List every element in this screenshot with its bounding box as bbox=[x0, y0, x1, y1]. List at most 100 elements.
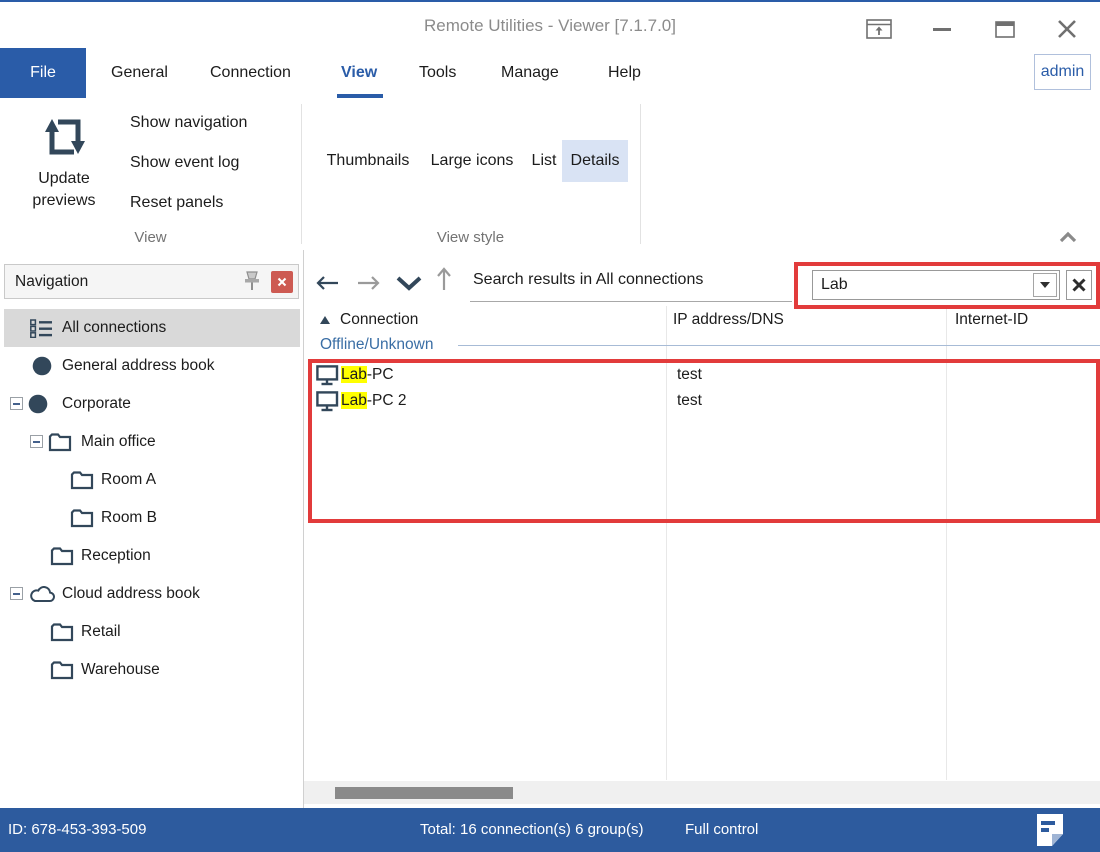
view-style-list[interactable]: List bbox=[526, 140, 562, 182]
view-style-details[interactable]: Details bbox=[562, 140, 628, 182]
note-icon bbox=[1036, 813, 1064, 847]
connection-name: Lab-PC bbox=[341, 362, 394, 388]
tab-file[interactable]: File bbox=[0, 48, 86, 98]
title-bar: Remote Utilities - Viewer [7.1.7.0] bbox=[0, 2, 1100, 48]
connection-list-pane: Search results in All connections Connec… bbox=[304, 250, 1100, 808]
chevron-down-icon bbox=[394, 275, 424, 291]
tab-connection[interactable]: Connection bbox=[210, 48, 291, 98]
sidebar-item-warehouse[interactable]: Warehouse bbox=[4, 651, 300, 689]
connection-name-rest: -PC 2 bbox=[367, 392, 407, 409]
sidebar-item-label: Room B bbox=[101, 499, 157, 537]
search-dropdown-button[interactable] bbox=[1033, 273, 1057, 297]
scrollbar-thumb[interactable] bbox=[335, 787, 513, 799]
forward-button[interactable] bbox=[356, 270, 382, 296]
show-event-log-button[interactable]: Show event log bbox=[130, 150, 239, 176]
arrow-up-icon bbox=[436, 265, 452, 292]
folder-icon bbox=[48, 432, 72, 452]
status-bar: ID: 678-453-393-509 Total: 16 connection… bbox=[0, 808, 1100, 852]
update-previews-label[interactable]: Update previews bbox=[19, 168, 109, 212]
arrow-left-icon bbox=[314, 275, 340, 291]
search-input[interactable] bbox=[813, 271, 1027, 299]
message-log-button[interactable] bbox=[1036, 813, 1064, 852]
view-style-thumbnails[interactable]: Thumbnails bbox=[318, 140, 418, 182]
cloud-icon bbox=[28, 586, 56, 603]
view-style-large-icons[interactable]: Large icons bbox=[420, 140, 524, 182]
tab-manage[interactable]: Manage bbox=[501, 48, 559, 98]
sidebar-item-general-address-book[interactable]: General address book bbox=[4, 347, 300, 385]
navigation-panel: Navigation bbox=[0, 250, 303, 808]
up-level-button[interactable] bbox=[436, 265, 452, 291]
sidebar-item-label: Main office bbox=[81, 423, 156, 461]
status-mode: Full control bbox=[685, 808, 758, 852]
ribbon-group-divider bbox=[301, 104, 302, 244]
computer-icon bbox=[316, 365, 340, 386]
ribbon-group-label-view: View bbox=[0, 228, 301, 248]
table-row[interactable]: Lab-PC 2 test bbox=[308, 388, 1100, 414]
sidebar-item-corporate[interactable]: Corporate bbox=[4, 385, 300, 423]
sidebar-item-all-connections[interactable]: All connections bbox=[4, 309, 300, 347]
sidebar-item-label: All connections bbox=[62, 309, 166, 347]
history-dropdown-button[interactable] bbox=[394, 270, 424, 296]
maximize-button[interactable] bbox=[988, 14, 1022, 44]
group-header-line bbox=[458, 345, 1100, 346]
collapse-expander[interactable] bbox=[30, 435, 43, 448]
pin-window-button[interactable] bbox=[862, 14, 896, 44]
collapse-expander[interactable] bbox=[10, 397, 23, 410]
reset-panels-button[interactable]: Reset panels bbox=[130, 190, 223, 216]
column-header-ip[interactable]: IP address/DNS bbox=[673, 306, 784, 334]
collapse-ribbon-button[interactable] bbox=[1058, 230, 1078, 248]
address-underline bbox=[470, 301, 792, 302]
horizontal-scrollbar[interactable] bbox=[304, 781, 1100, 804]
tab-general[interactable]: General bbox=[111, 48, 168, 98]
sidebar-item-label: Cloud address book bbox=[62, 575, 200, 613]
address-book-icon bbox=[28, 394, 48, 414]
close-button[interactable] bbox=[1050, 14, 1084, 44]
search-match-highlight: Lab bbox=[341, 392, 367, 409]
ribbon-tab-bar: File General Connection View Tools Manag… bbox=[0, 48, 1100, 98]
sort-ascending-icon bbox=[320, 316, 330, 324]
group-header-offline[interactable]: Offline/Unknown bbox=[320, 332, 433, 358]
clear-x-icon bbox=[1071, 277, 1087, 293]
sidebar-item-label: Retail bbox=[81, 613, 121, 651]
collapse-expander[interactable] bbox=[10, 587, 23, 600]
tab-help[interactable]: Help bbox=[608, 48, 641, 98]
table-row[interactable]: Lab-PC test bbox=[308, 362, 1100, 388]
connection-name: Lab-PC 2 bbox=[341, 388, 407, 414]
computer-icon bbox=[316, 391, 340, 412]
account-button[interactable]: admin bbox=[1034, 54, 1091, 90]
tab-tools[interactable]: Tools bbox=[419, 48, 456, 98]
folder-icon bbox=[50, 622, 74, 642]
show-navigation-button[interactable]: Show navigation bbox=[130, 110, 247, 136]
back-button[interactable] bbox=[314, 270, 340, 296]
folder-icon bbox=[70, 470, 94, 490]
minimize-button[interactable] bbox=[925, 14, 959, 44]
pin-panel-button[interactable] bbox=[241, 270, 263, 298]
column-header-connection[interactable]: Connection bbox=[340, 306, 418, 334]
ribbon-group-label-view-style: View style bbox=[301, 228, 640, 248]
sidebar-item-cloud-address-book[interactable]: Cloud address book bbox=[4, 575, 300, 613]
navigation-panel-header: Navigation bbox=[4, 264, 299, 299]
update-previews-button[interactable] bbox=[36, 108, 92, 169]
status-id: ID: 678-453-393-509 bbox=[8, 808, 146, 852]
chevron-up-icon bbox=[1058, 231, 1078, 243]
address-book-icon bbox=[32, 356, 52, 376]
sidebar-item-retail[interactable]: Retail bbox=[4, 613, 300, 651]
pin-to-top-icon bbox=[866, 19, 892, 39]
chevron-down-icon bbox=[1040, 282, 1050, 288]
sidebar-item-label: Warehouse bbox=[81, 651, 160, 689]
minimize-icon bbox=[933, 28, 951, 31]
clear-search-button[interactable] bbox=[1066, 270, 1092, 300]
column-header-internet-id[interactable]: Internet-ID bbox=[955, 306, 1028, 334]
close-icon bbox=[1056, 19, 1078, 39]
navigation-panel-title: Navigation bbox=[15, 265, 88, 298]
sidebar-item-room-b[interactable]: Room B bbox=[4, 499, 300, 537]
window-border bbox=[0, 0, 1100, 2]
close-panel-button[interactable] bbox=[271, 271, 293, 293]
folder-icon bbox=[70, 508, 94, 528]
sidebar-item-room-a[interactable]: Room A bbox=[4, 461, 300, 499]
tab-view[interactable]: View bbox=[341, 48, 377, 98]
sidebar-item-reception[interactable]: Reception bbox=[4, 537, 300, 575]
breadcrumb: Search results in All connections bbox=[473, 258, 703, 302]
arrow-right-icon bbox=[356, 275, 382, 291]
sidebar-item-main-office[interactable]: Main office bbox=[4, 423, 300, 461]
